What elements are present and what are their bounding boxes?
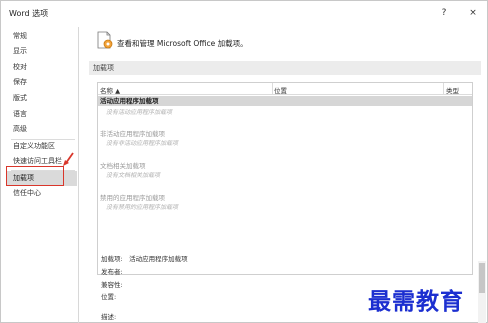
detail-label: 描述: — [101, 313, 117, 321]
help-button[interactable]: ? — [437, 6, 451, 20]
close-button[interactable]: × — [466, 6, 480, 20]
scrollbar-thumb[interactable] — [479, 263, 485, 293]
detail-row-description: 描述: — [101, 311, 127, 321]
detail-row-location: 位置: — [101, 291, 127, 301]
group-empty-text: 没有文档相关加载项 — [106, 172, 161, 179]
add-ins-table[interactable]: 名称 ▲ 位置 类型 活动应用程序加载项 没有活动应用程序加载项 非活动应用程序… — [97, 82, 473, 275]
options-dialog: Word 选项 ? × 常规 显示 校对 保存 版式 语言 高级 自定义功能区 … — [0, 0, 488, 323]
group-empty-text: 没有非活动应用程序加载项 — [106, 140, 179, 147]
red-arrow-icon — [63, 152, 74, 166]
column-header-name[interactable]: 名称 ▲ — [100, 85, 120, 95]
group-document-add-ins: 文档相关加载项 — [100, 162, 146, 170]
detail-value: 活动应用程序加载项 — [129, 255, 188, 263]
sidebar-item-advanced[interactable]: 高级 — [7, 122, 77, 137]
detail-label: 加载项: — [101, 255, 123, 263]
column-divider — [272, 83, 273, 95]
detail-label: 兼容性: — [101, 281, 123, 289]
column-header-location[interactable]: 位置 — [274, 85, 287, 95]
group-inactive-add-ins: 非活动应用程序加载项 — [100, 130, 165, 138]
highlight-box — [6, 166, 64, 186]
sidebar-item-proofing[interactable]: 校对 — [7, 60, 77, 75]
detail-row-add-in: 加载项: 活动应用程序加载项 — [101, 253, 188, 263]
table-header: 名称 ▲ 位置 类型 — [98, 83, 472, 95]
panel-scrollbar[interactable] — [478, 261, 486, 323]
sidebar-item-save[interactable]: 保存 — [7, 75, 77, 90]
group-empty-text: 没有禁用的应用程序加载项 — [106, 204, 179, 211]
group-active-add-ins[interactable]: 活动应用程序加载项 — [98, 96, 472, 106]
column-divider — [443, 83, 444, 95]
detail-row-publisher: 发布者: — [101, 266, 127, 276]
sidebar-item-trust-center[interactable]: 信任中心 — [7, 186, 77, 201]
add-ins-settings-icon — [97, 31, 113, 49]
dialog-title: Word 选项 — [9, 9, 49, 18]
section-header-add-ins: 加载项 — [89, 61, 481, 75]
watermark-text: 最需教育 — [368, 288, 464, 315]
title-bar: Word 选项 ? × — [1, 1, 488, 25]
detail-row-compatibility: 兼容性: — [101, 279, 127, 289]
sidebar-item-display[interactable]: 显示 — [7, 44, 77, 59]
add-ins-panel: 查看和管理 Microsoft Office 加载项。 加载项 名称 ▲ 位置 … — [89, 27, 488, 323]
column-header-type[interactable]: 类型 — [446, 85, 459, 95]
detail-label: 位置: — [101, 293, 117, 301]
group-disabled-add-ins: 禁用的应用程序加载项 — [100, 194, 165, 202]
group-empty-text: 没有活动应用程序加载项 — [106, 109, 173, 116]
sidebar-item-general[interactable]: 常规 — [7, 29, 77, 44]
sidebar-item-layout[interactable]: 版式 — [7, 91, 77, 106]
sidebar-item-language[interactable]: 语言 — [7, 107, 77, 122]
panel-heading: 查看和管理 Microsoft Office 加载项。 — [117, 39, 248, 48]
detail-label: 发布者: — [101, 268, 123, 276]
